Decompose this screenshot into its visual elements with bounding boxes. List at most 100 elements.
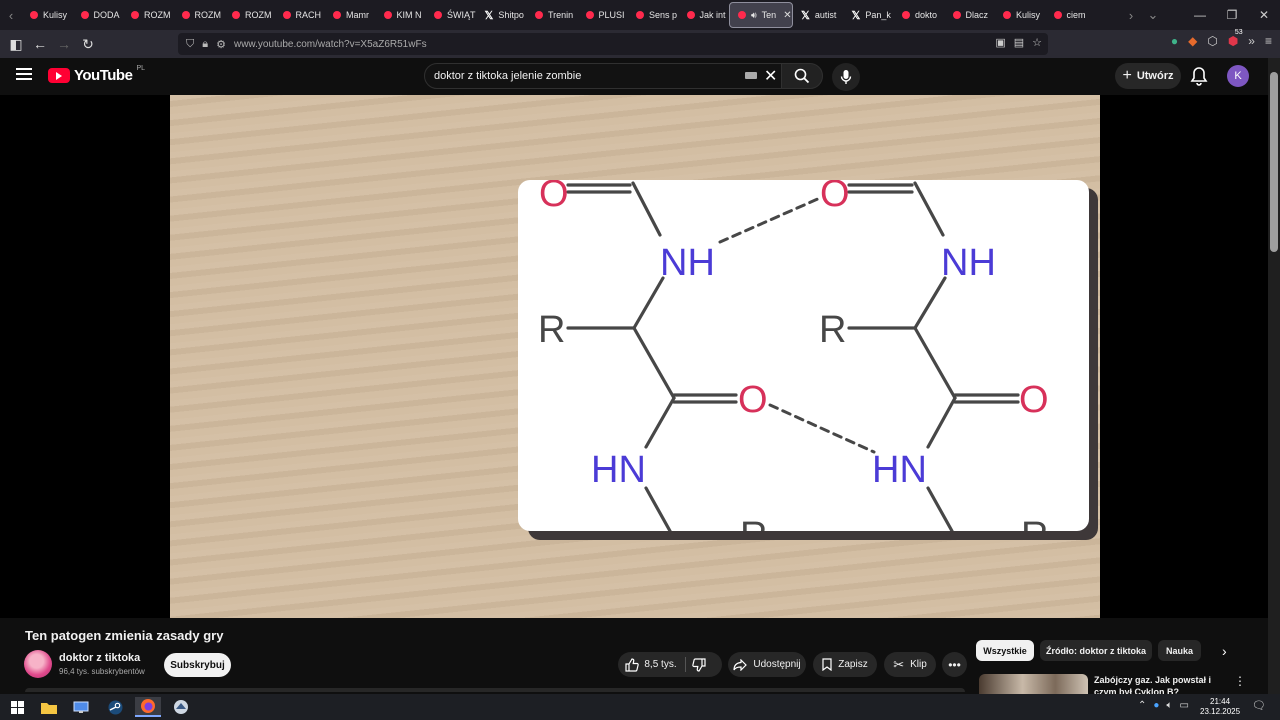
app-menu-icon[interactable]: ≡: [1265, 34, 1272, 48]
minimize-icon[interactable]: —: [1184, 8, 1216, 22]
remote-desktop-button[interactable]: [68, 697, 94, 717]
guide-menu-icon[interactable]: [16, 68, 32, 80]
browser-tab[interactable]: Dlacz: [945, 2, 996, 28]
browser-toolbar: ◧ ← → ↻ ⛉ 🔒︎ ⚙︎ www.youtube.com/watch?v=…: [0, 29, 1280, 58]
browser-tab[interactable]: 𝕏 Pan_k: [844, 2, 895, 28]
dislike-button[interactable]: [692, 658, 706, 677]
sidebar-toggle-icon[interactable]: ◧: [4, 30, 28, 58]
browser-tab[interactable]: KIM N: [376, 2, 427, 28]
browser-tab[interactable]: 𝕏 Shitpo: [477, 2, 528, 28]
clip-label: Klip: [910, 659, 927, 670]
tray-overflow-icon[interactable]: ⌃: [1138, 700, 1146, 711]
browser-tab[interactable]: PLUSI: [578, 2, 629, 28]
browser-tab[interactable]: 𝕏autist: [793, 2, 844, 28]
save-button[interactable]: Zapisz: [813, 652, 877, 677]
forward-icon[interactable]: →: [52, 30, 76, 58]
chip-science[interactable]: Nauka: [1158, 640, 1201, 661]
tabs-scroll-right-icon[interactable]: ›: [1120, 0, 1142, 30]
recommendation-title[interactable]: Zabójczy gaz. Jak powstał i czym był Cyk…: [1094, 674, 1214, 694]
browser-tab[interactable]: RACH: [275, 2, 326, 28]
browser-tab[interactable]: 🔊︎ Ten ✕: [729, 2, 793, 28]
browser-tab[interactable]: Mamr: [325, 2, 376, 28]
video-player[interactable]: O O NH NH R R O O HN HN R R: [0, 95, 1268, 618]
start-button[interactable]: [4, 697, 30, 717]
close-window-icon[interactable]: ✕: [1248, 8, 1280, 22]
notifications-button[interactable]: [1190, 66, 1208, 91]
search-input[interactable]: doktor z tiktoka jelenie zombie ✕: [424, 63, 786, 89]
chip-all[interactable]: Wszystkie: [976, 640, 1034, 661]
address-bar[interactable]: ⛉ 🔒︎ ⚙︎ www.youtube.com/watch?v=X5aZ6R51…: [178, 33, 1048, 55]
network-icon[interactable]: ▭: [1179, 700, 1188, 711]
scrollbar-thumb[interactable]: [1270, 72, 1278, 252]
bond: [926, 396, 957, 449]
ublock-icon[interactable]: ⬢ 53: [1228, 29, 1243, 48]
subscriber-count: 96,4 tys. subskrybentów: [59, 667, 145, 676]
lock-icon[interactable]: 🔒︎: [202, 38, 208, 51]
youtube-logo[interactable]: YouTube PL: [48, 65, 145, 84]
firefox-button[interactable]: [135, 697, 161, 717]
tab-label: dokto: [915, 10, 938, 20]
reload-icon[interactable]: ↻: [76, 30, 100, 58]
audio-playing-icon[interactable]: 🔊︎: [751, 10, 757, 21]
reader-view-icon[interactable]: ▤: [1014, 36, 1024, 49]
voice-search-button[interactable]: [832, 63, 860, 91]
app-button[interactable]: [168, 697, 194, 717]
keyboard-icon[interactable]: [745, 72, 757, 79]
fox-extension-icon[interactable]: ◆: [1188, 34, 1197, 48]
privacy-extension-icon[interactable]: ●: [1171, 34, 1178, 48]
browser-tab[interactable]: ROZM: [174, 2, 225, 28]
restore-icon[interactable]: ❐: [1216, 8, 1248, 22]
bookmark-star-icon[interactable]: ☆: [1032, 36, 1042, 49]
peptide-hydrogen-bond-diagram: O O NH NH R R O O HN HN R R: [538, 180, 1049, 531]
browser-tab[interactable]: Kulisy: [995, 2, 1046, 28]
chip-source-channel[interactable]: Źródło: doktor z tiktoka: [1040, 640, 1152, 661]
amine-hn-label: HN: [591, 449, 646, 491]
browser-tab[interactable]: Sens p: [628, 2, 679, 28]
monitor-icon: [73, 701, 89, 713]
browser-tab[interactable]: ROZM: [123, 2, 174, 28]
browser-tab[interactable]: ROZM: [224, 2, 275, 28]
browser-tab[interactable]: DODA: [73, 2, 124, 28]
browser-tab[interactable]: Trenin: [527, 2, 578, 28]
speaker-icon[interactable]: 🔈︎: [1166, 700, 1172, 711]
share-button[interactable]: Udostępnij: [728, 652, 806, 677]
like-button[interactable]: 8,5 tys.: [618, 652, 684, 677]
more-actions-button[interactable]: •••: [942, 652, 967, 677]
browser-tab[interactable]: Jak int: [679, 2, 730, 28]
browser-tab[interactable]: Kulisy: [22, 2, 73, 28]
overflow-menu-icon[interactable]: »: [1248, 34, 1255, 48]
tracking-shield-icon[interactable]: ⛉: [186, 38, 194, 51]
steam-button[interactable]: [102, 697, 128, 717]
browser-tab[interactable]: ŚWIĄT: [426, 2, 477, 28]
page-scrollbar[interactable]: [1268, 58, 1280, 720]
subscribe-button[interactable]: Subskrybuj: [164, 653, 231, 677]
clear-search-icon[interactable]: ✕: [764, 66, 777, 86]
tray-app-icon[interactable]: ●: [1153, 700, 1159, 711]
ublock-count: 53: [1234, 29, 1243, 36]
recommendation-thumbnail[interactable]: [979, 674, 1088, 694]
description-box[interactable]: [25, 688, 965, 692]
search-button[interactable]: [781, 63, 823, 89]
picture-in-picture-icon[interactable]: ▣: [995, 36, 1005, 49]
browser-tab[interactable]: dokto: [894, 2, 945, 28]
account-avatar[interactable]: K: [1227, 65, 1249, 87]
create-button[interactable]: + Utwórz: [1115, 63, 1181, 89]
extensions-icon[interactable]: ⬡: [1207, 34, 1217, 48]
taskbar-clock[interactable]: 21:44 23.12.2025: [1200, 697, 1240, 717]
tab-label: DODA: [93, 10, 120, 20]
video-frame: O O NH NH R R O O HN HN R R: [170, 95, 1100, 618]
chips-next-icon[interactable]: ›: [1222, 643, 1227, 659]
tabs-scroll-left-icon[interactable]: ‹: [0, 0, 22, 30]
browser-tab[interactable]: ciem: [1046, 2, 1097, 28]
clip-button[interactable]: ✂︎ Klip: [884, 652, 936, 677]
tab-list-menu-icon[interactable]: ⌄: [1142, 0, 1164, 30]
back-icon[interactable]: ←: [28, 30, 52, 58]
youtube-icon: [636, 11, 644, 19]
channel-avatar[interactable]: [24, 650, 52, 678]
permissions-icon[interactable]: ⚙︎: [216, 38, 226, 51]
notifications-center-icon[interactable]: 🗨︎: [1252, 699, 1266, 712]
file-explorer-button[interactable]: [36, 697, 62, 717]
close-tab-icon[interactable]: ✕: [783, 10, 791, 21]
recommendation-menu-icon[interactable]: ⋮: [1234, 674, 1246, 688]
channel-name[interactable]: doktor z tiktoka: [59, 652, 140, 664]
